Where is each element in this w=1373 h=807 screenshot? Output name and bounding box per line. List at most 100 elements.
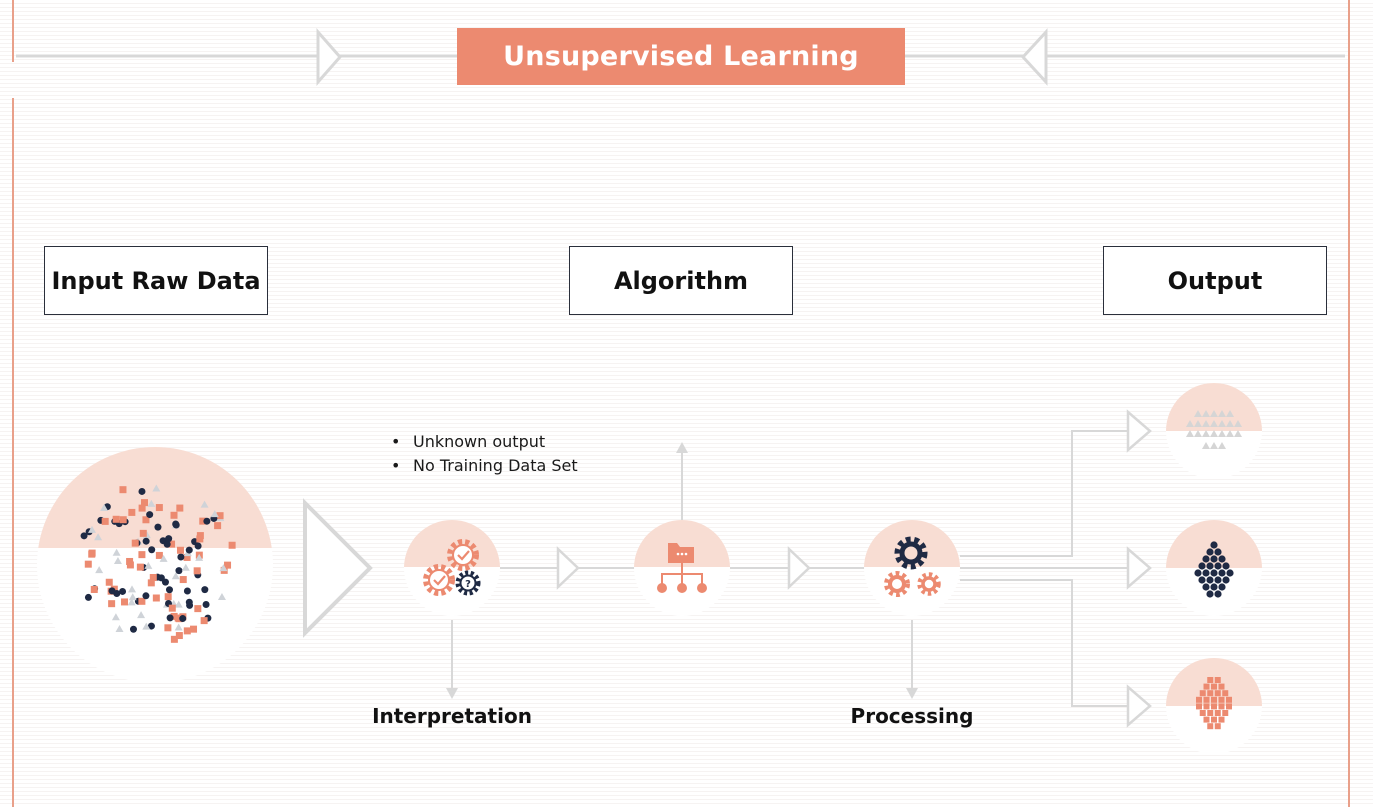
- data-square-mark: [108, 600, 116, 608]
- data-dot-mark: [183, 587, 191, 595]
- algorithm-notes: Unknown output No Training Data Set: [389, 430, 578, 478]
- data-square-mark: [136, 563, 144, 571]
- cluster-dot-mark: [1194, 569, 1202, 577]
- data-square-mark: [179, 576, 187, 584]
- data-square-mark: [164, 593, 172, 601]
- data-square-mark: [112, 515, 120, 523]
- algorithm-label: Algorithm: [569, 246, 793, 315]
- page-title: Unsupervised Learning: [457, 28, 905, 85]
- interpretation-caption: Interpretation: [372, 704, 532, 728]
- data-dot-mark: [146, 511, 154, 519]
- data-dot-mark: [148, 546, 156, 554]
- cluster-square-mark: [1196, 703, 1202, 710]
- data-square-mark: [155, 551, 163, 559]
- data-square-mark: [138, 504, 146, 512]
- cluster-square-mark: [1226, 703, 1232, 710]
- cluster-dot-mark: [1206, 590, 1214, 598]
- cluster-square-mark: [1222, 710, 1229, 716]
- flow-triangle-icon: [556, 546, 580, 590]
- data-dot-mark: [165, 586, 173, 594]
- cluster-dot-mark: [1206, 562, 1214, 570]
- data-square-mark: [84, 560, 92, 568]
- data-dot-mark: [129, 625, 137, 633]
- data-dot-mark: [138, 487, 146, 495]
- cluster-square-mark: [1207, 677, 1214, 683]
- data-dot-mark: [186, 601, 194, 609]
- data-square-mark: [139, 529, 147, 537]
- cluster-dot-mark: [1222, 562, 1230, 570]
- data-dot-mark: [119, 587, 127, 595]
- cluster-square-mark: [1218, 696, 1225, 703]
- cluster-square-mark: [1203, 703, 1210, 710]
- data-dot-mark: [185, 546, 193, 554]
- cluster-dot-mark: [1214, 548, 1222, 556]
- data-square-mark: [168, 604, 176, 612]
- data-dot-mark: [142, 537, 150, 545]
- data-square-mark: [138, 551, 146, 559]
- data-dot-mark: [165, 535, 173, 543]
- data-square-mark: [131, 539, 139, 547]
- data-dot-mark: [177, 553, 185, 561]
- cluster-dot-mark: [1210, 569, 1218, 577]
- data-square-mark: [119, 486, 127, 494]
- processing-caption: Processing: [850, 704, 974, 728]
- cluster-dot-mark: [1226, 569, 1234, 577]
- cluster-square-mark: [1222, 690, 1229, 697]
- header-right-triangle-icon: [316, 28, 342, 86]
- flow-triangle-icon: [1126, 684, 1152, 728]
- data-dot-mark: [172, 520, 180, 528]
- data-dot-mark: [161, 578, 169, 586]
- data-square-mark: [194, 605, 202, 613]
- arrow-up-connector: [676, 442, 688, 520]
- data-square-mark: [200, 617, 208, 625]
- data-square-mark: [126, 557, 134, 565]
- data-square-mark: [228, 541, 236, 549]
- cluster-dot-mark: [1198, 576, 1206, 584]
- cluster-square-mark: [1203, 716, 1210, 723]
- data-square-mark: [170, 635, 178, 643]
- data-square-mark: [183, 627, 191, 635]
- raw-data-circle: [37, 447, 273, 683]
- data-square-mark: [88, 550, 96, 558]
- cluster-dot-mark: [1214, 590, 1222, 598]
- cluster-dot-mark: [1218, 569, 1226, 577]
- data-square-mark: [214, 522, 222, 530]
- cluster-dot-mark: [1206, 576, 1214, 584]
- cluster-dot-mark: [1218, 583, 1226, 591]
- cluster-square-mark: [1214, 710, 1221, 716]
- cluster-square-mark: [1207, 723, 1214, 730]
- note-item: Unknown output: [389, 430, 578, 454]
- cluster-square-mark: [1218, 703, 1225, 710]
- data-square-mark: [155, 504, 163, 512]
- cluster-square-mark: [1214, 677, 1221, 683]
- data-square-mark: [149, 574, 157, 582]
- cluster-dot-mark: [1198, 562, 1206, 570]
- svg-text:?: ?: [465, 579, 471, 590]
- cluster-dot-mark: [1222, 576, 1230, 584]
- data-square-mark: [170, 511, 178, 519]
- flow-triangle-icon: [1126, 409, 1152, 453]
- cluster-dot-mark: [1202, 583, 1210, 591]
- data-square-mark: [101, 517, 109, 525]
- data-dot-mark: [201, 586, 209, 594]
- data-square-mark: [196, 532, 204, 540]
- interpretation-node: ?: [404, 520, 500, 616]
- data-square-mark: [176, 546, 184, 554]
- cluster-square-mark: [1211, 703, 1217, 710]
- data-dot-mark: [108, 587, 116, 595]
- input-raw-data-label: Input Raw Data: [44, 246, 268, 315]
- cluster-square-mark: [1214, 690, 1221, 697]
- cluster-dot-mark: [1210, 583, 1218, 591]
- cluster-dot-mark: [1202, 555, 1210, 563]
- cluster-square-mark: [1226, 696, 1232, 703]
- cluster-dot-mark: [1202, 569, 1210, 577]
- data-square-mark: [152, 594, 160, 602]
- cluster-square-mark: [1199, 710, 1206, 716]
- data-square-mark: [193, 567, 201, 575]
- output-node-3: [1166, 658, 1262, 754]
- arrow-down-interpretation: [446, 620, 458, 699]
- cluster-square-mark: [1196, 696, 1202, 703]
- cluster-dot-mark: [1214, 562, 1222, 570]
- data-dot-mark: [80, 532, 88, 540]
- data-square-mark: [90, 585, 98, 593]
